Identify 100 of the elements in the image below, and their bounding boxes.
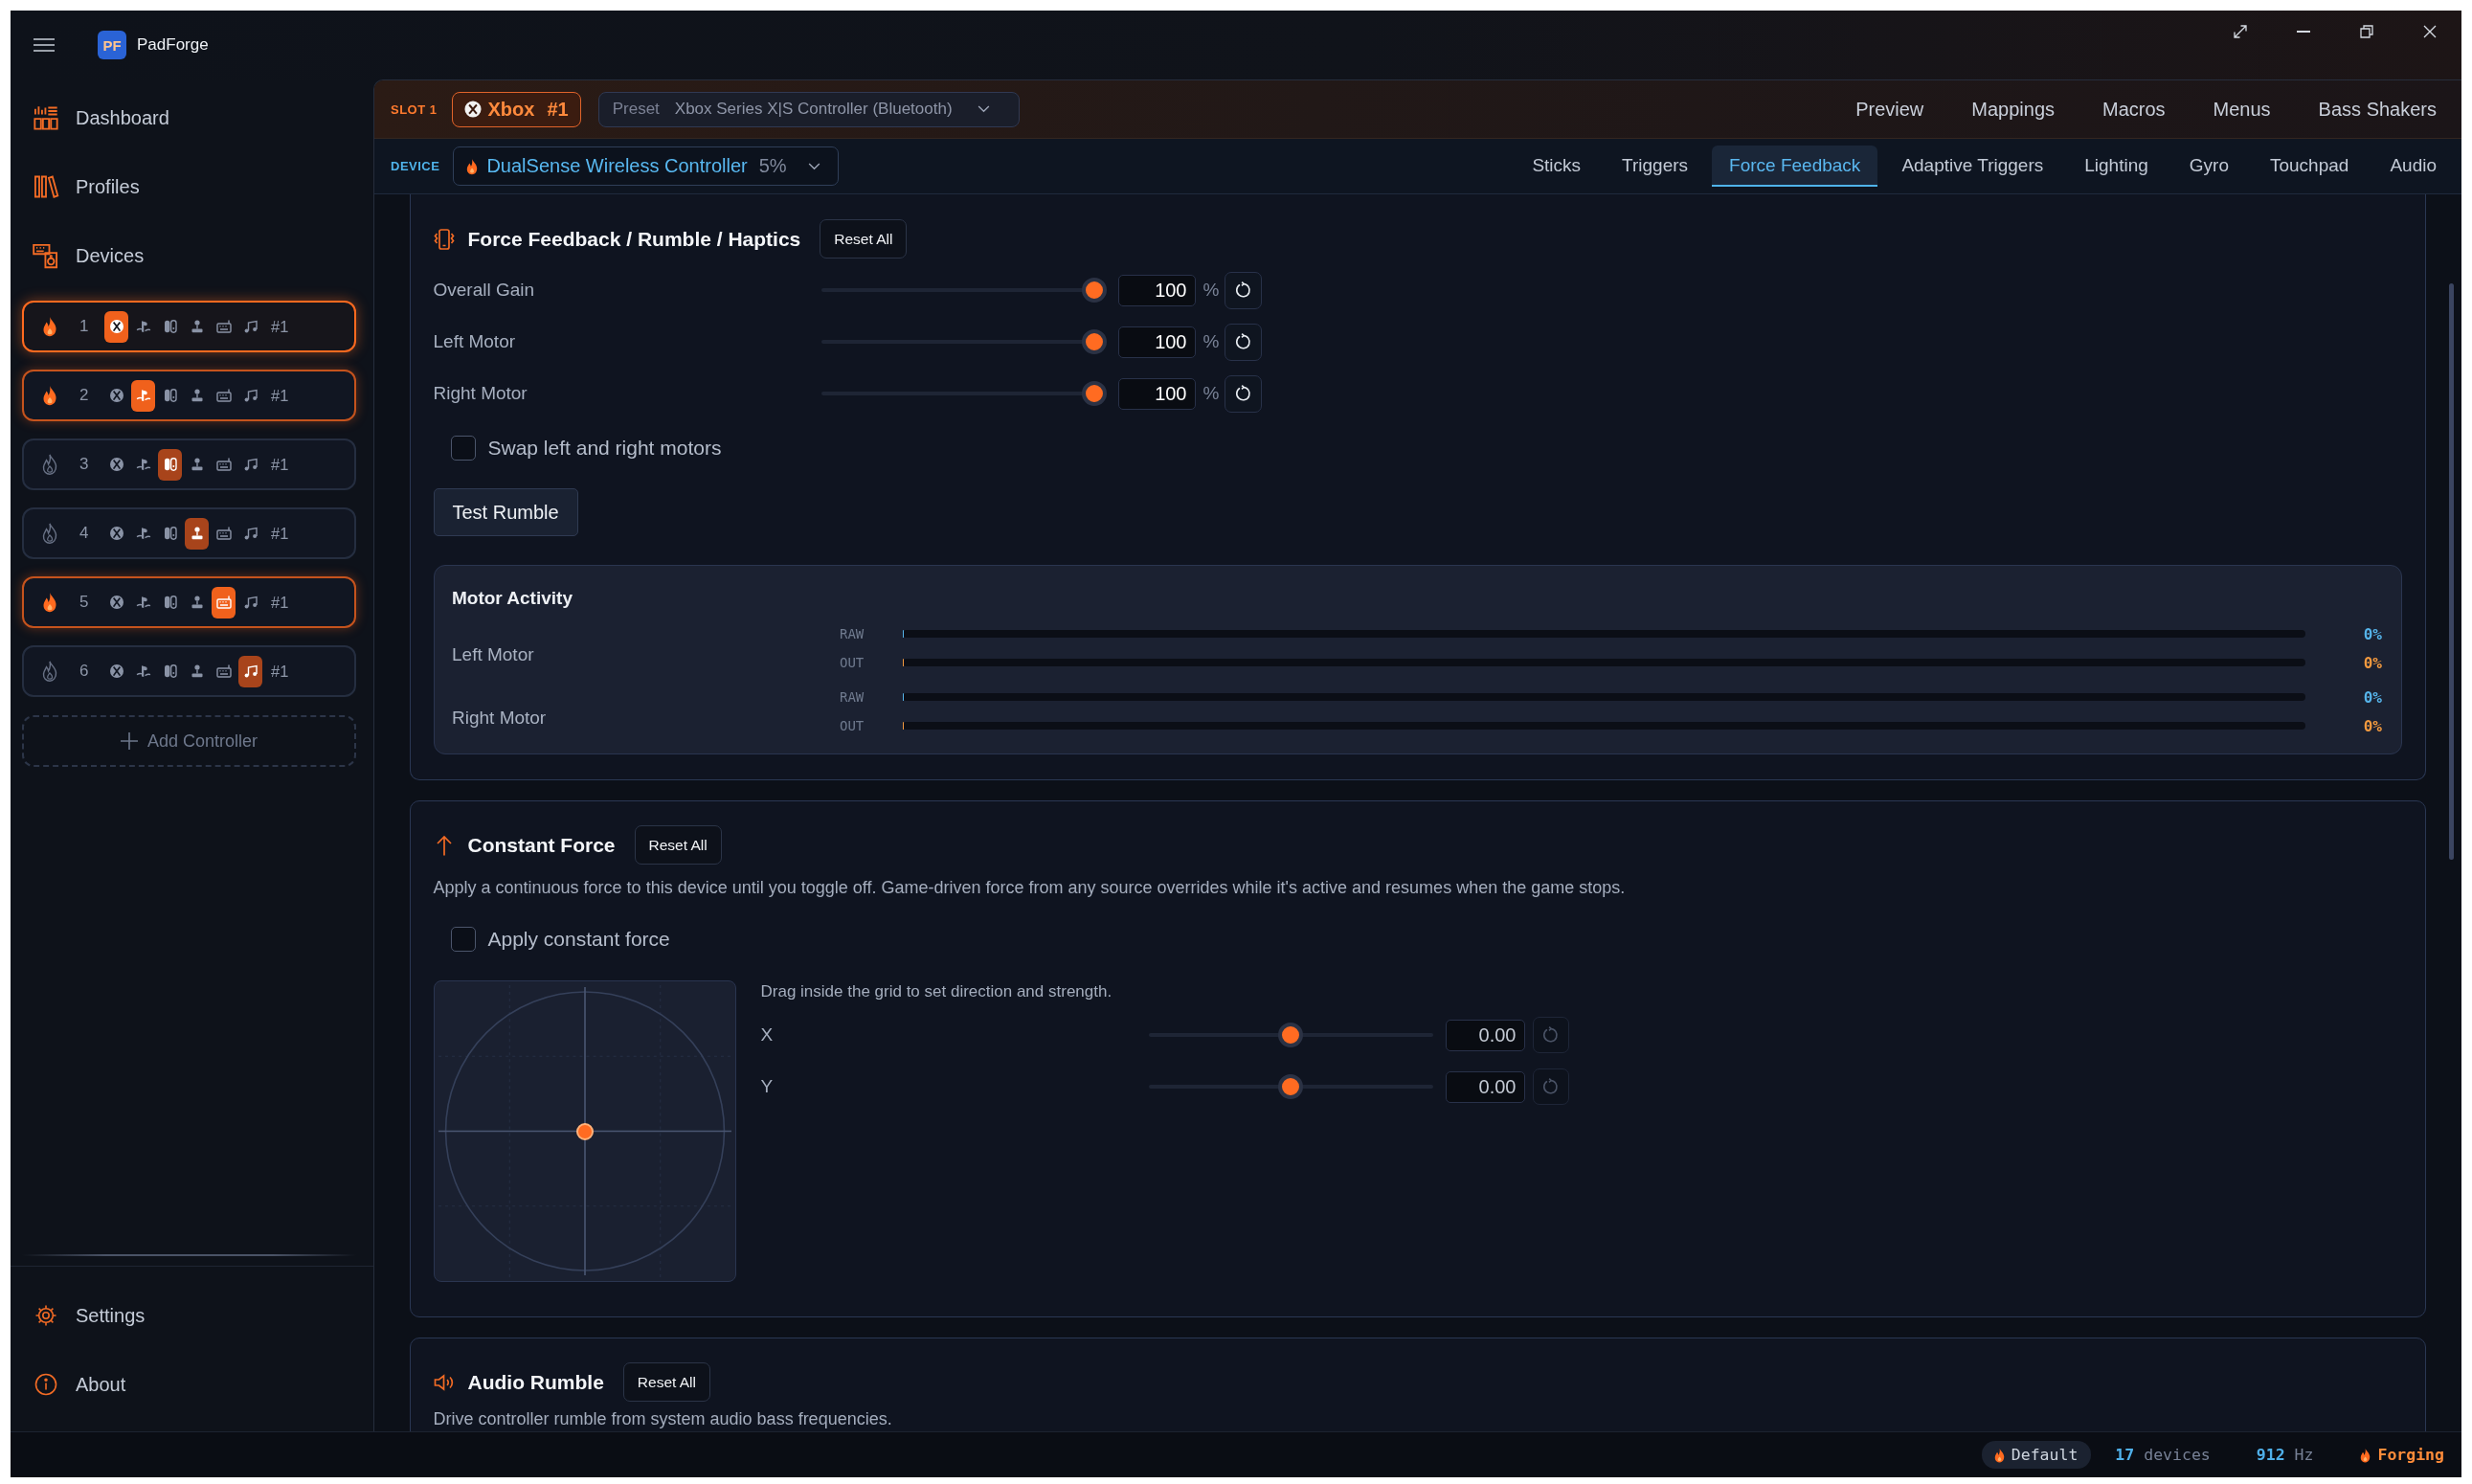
- joystick-icon[interactable]: [185, 517, 209, 550]
- checkbox[interactable]: [450, 927, 476, 952]
- controller-slot[interactable]: 2 #1: [22, 370, 356, 421]
- unit-label: %: [1202, 331, 1220, 352]
- circle-x-icon[interactable]: [108, 457, 124, 472]
- circle-x-icon[interactable]: [108, 526, 124, 541]
- value-field[interactable]: 100: [1117, 274, 1196, 306]
- reset-button[interactable]: [1225, 374, 1263, 413]
- controller-slot[interactable]: 1 #1: [22, 301, 356, 352]
- page-tab[interactable]: Macros: [2102, 92, 2166, 126]
- slot-tag: #1: [271, 524, 289, 543]
- page-tab[interactable]: Bass Shakers: [2318, 92, 2437, 126]
- nav-item[interactable]: About: [22, 1350, 356, 1419]
- p-symbol-icon[interactable]: [135, 663, 151, 679]
- controller-slot[interactable]: 4 #1: [22, 507, 356, 559]
- device-count: 17: [2115, 1446, 2135, 1464]
- value-field[interactable]: 100: [1117, 326, 1196, 358]
- reset-button[interactable]: [1225, 323, 1263, 361]
- split-pad-icon[interactable]: [162, 319, 178, 334]
- axis-label: Y: [760, 1076, 775, 1097]
- page-tab[interactable]: Mappings: [1971, 92, 2055, 126]
- slider-thumb[interactable]: [1278, 1023, 1303, 1047]
- reset-all-button[interactable]: Reset All: [634, 825, 722, 865]
- slider-thumb[interactable]: [1081, 278, 1107, 303]
- p-symbol-icon[interactable]: [135, 526, 151, 541]
- channel-label: RAW: [840, 626, 865, 641]
- channel-label: OUT: [840, 655, 865, 670]
- checkbox[interactable]: [450, 436, 476, 461]
- split-pad-icon[interactable]: [158, 448, 182, 481]
- slider-thumb[interactable]: [1278, 1074, 1303, 1099]
- reset-icon: [1234, 384, 1253, 403]
- tab[interactable]: Sticks: [1515, 146, 1599, 187]
- poll-rate: 912: [2256, 1446, 2285, 1464]
- slot-tag: #1: [271, 593, 289, 612]
- tab[interactable]: Gyro: [2171, 146, 2246, 187]
- music-notes-icon[interactable]: [242, 319, 258, 334]
- split-pad-icon[interactable]: [162, 595, 178, 610]
- music-notes-icon[interactable]: [238, 655, 262, 687]
- controller-slot[interactable]: 6 #1: [22, 645, 356, 697]
- music-notes-icon[interactable]: [242, 388, 258, 403]
- slot-tag: #1: [271, 455, 289, 474]
- app-logo: PF: [98, 31, 126, 59]
- section-title: Audio Rumble: [467, 1370, 604, 1394]
- controller-slot[interactable]: 3 #1: [22, 438, 356, 490]
- slider-thumb[interactable]: [1081, 329, 1107, 354]
- nav-item[interactable]: Dashboard: [22, 83, 356, 152]
- tab[interactable]: Lighting: [2067, 146, 2166, 187]
- slot-number: 6: [79, 662, 90, 681]
- books-icon: [33, 173, 59, 200]
- tab[interactable]: Touchpad: [2253, 146, 2367, 187]
- grid-handle[interactable]: [575, 1122, 594, 1140]
- keyboard-icon[interactable]: [212, 586, 236, 618]
- music-notes-icon[interactable]: [242, 595, 258, 610]
- preset-dropdown[interactable]: Preset Xbox Series X|S Controller (Bluetooth): [597, 91, 1020, 127]
- tab[interactable]: Audio: [2372, 146, 2454, 187]
- split-pad-icon[interactable]: [162, 388, 178, 403]
- meter-reading: 0%: [2363, 624, 2382, 643]
- circle-x-icon[interactable]: [108, 663, 124, 679]
- page-tab[interactable]: Preview: [1855, 92, 1924, 126]
- value-field[interactable]: 0.00: [1445, 1019, 1525, 1051]
- p-symbol-icon[interactable]: [135, 595, 151, 610]
- reset-icon: [1234, 332, 1253, 351]
- split-pad-icon[interactable]: [162, 526, 178, 541]
- value-field[interactable]: 0.00: [1445, 1070, 1525, 1103]
- circle-x-icon[interactable]: [104, 310, 128, 343]
- nav-item[interactable]: Profiles: [22, 152, 356, 221]
- nav-item[interactable]: Devices: [22, 221, 356, 290]
- tab[interactable]: Triggers: [1605, 146, 1706, 187]
- slot-number: 3: [79, 455, 90, 474]
- music-notes-icon[interactable]: [242, 526, 258, 541]
- controller-badge[interactable]: Xbox #1: [451, 91, 581, 127]
- tab[interactable]: Adaptive Triggers: [1884, 146, 2061, 187]
- reset-all-button[interactable]: Reset All: [820, 219, 908, 259]
- value-field[interactable]: 100: [1117, 377, 1196, 410]
- reset-all-button[interactable]: Reset All: [622, 1362, 710, 1402]
- split-pad-icon[interactable]: [162, 663, 178, 679]
- circle-x-icon[interactable]: [108, 595, 124, 610]
- slider-label: Overall Gain: [433, 280, 536, 301]
- close-icon: [2423, 25, 2437, 38]
- music-notes-icon[interactable]: [242, 457, 258, 472]
- nav-item[interactable]: Settings: [22, 1281, 356, 1350]
- p-symbol-icon[interactable]: [135, 457, 151, 472]
- slider-label: Right Motor: [433, 383, 528, 404]
- test-rumble-button[interactable]: Test Rumble: [433, 488, 578, 536]
- expand-icon: [2234, 25, 2247, 38]
- settings-icon: [34, 1304, 57, 1327]
- slider-thumb[interactable]: [1081, 381, 1107, 406]
- device-dropdown[interactable]: DualSense Wireless Controller 5%: [453, 146, 839, 186]
- controller-slot[interactable]: 5 #1: [22, 576, 356, 628]
- tab[interactable]: Force Feedback: [1712, 146, 1878, 187]
- p-symbol-icon[interactable]: [131, 379, 155, 412]
- checkbox-label: Swap left and right motors: [487, 437, 722, 460]
- add-controller-button[interactable]: Add Controller: [22, 715, 356, 767]
- circle-x-icon[interactable]: [108, 388, 124, 403]
- page-tab[interactable]: Menus: [2213, 92, 2271, 126]
- section-title: Force Feedback / Rumble / Haptics: [467, 227, 801, 251]
- slot-number: 4: [79, 524, 90, 543]
- p-symbol-icon[interactable]: [135, 319, 151, 334]
- scrollbar-thumb[interactable]: [2449, 283, 2454, 860]
- reset-button[interactable]: [1225, 271, 1263, 309]
